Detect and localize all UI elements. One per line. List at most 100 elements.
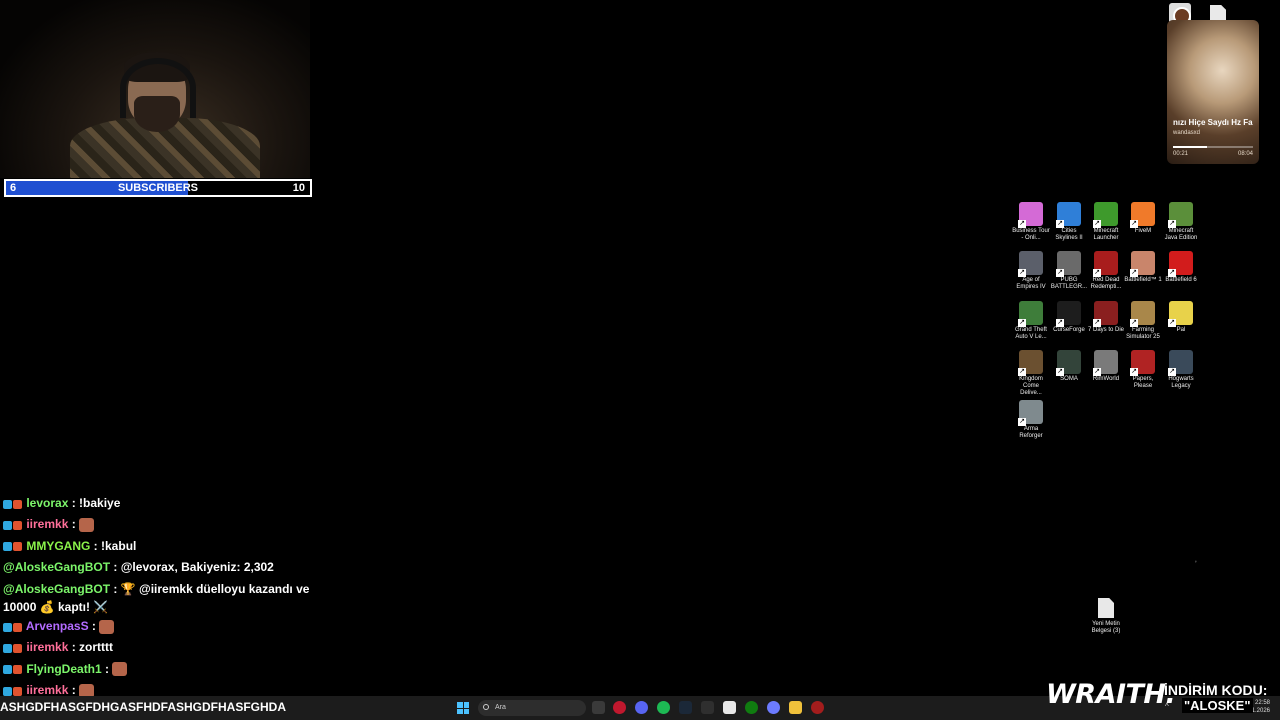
- song-elapsed: 00:21: [1173, 151, 1189, 157]
- search-placeholder: Ara: [495, 704, 506, 711]
- desktop-icon-minecraft-launcher[interactable]: Minecraft Launcher: [1087, 202, 1125, 242]
- desktop-icon-label: RimWorld: [1092, 376, 1120, 382]
- papers-please-icon: [1130, 350, 1155, 376]
- battlefield-6-icon: [1168, 251, 1193, 277]
- taskbar-search[interactable]: Ara: [478, 700, 586, 716]
- gta-v-icon: [1018, 301, 1043, 327]
- desktop-icon-label: PUBG BATTLEGR...: [1050, 277, 1088, 290]
- pal-icon: [1168, 301, 1193, 327]
- curseforge-icon: [1056, 301, 1081, 327]
- desktop-icon-label: Papers, Please: [1132, 376, 1154, 389]
- chat-message: iiremkk :: [0, 514, 310, 535]
- chat-username: iiremkk: [26, 640, 69, 655]
- chat-message: MMYGANG : !kabul: [0, 536, 310, 557]
- desktop-icon-label: Hogwarts Legacy: [1168, 376, 1194, 389]
- desktop-icon-hogwarts-legacy[interactable]: Hogwarts Legacy: [1162, 350, 1200, 390]
- desktop-icon-label: Grand Theft Auto V Le...: [1015, 327, 1047, 340]
- xbox-icon[interactable]: [745, 701, 758, 714]
- chat-username: ArvenpasS: [25, 618, 89, 633]
- desktop-icon-battlefield-6[interactable]: Battlefield 6: [1162, 251, 1200, 284]
- desktop-icon-pal[interactable]: Pal: [1162, 301, 1200, 334]
- cities-skylines-icon: [1056, 202, 1081, 228]
- capcut-icon[interactable]: [723, 701, 736, 714]
- chat-text: !kabul: [101, 538, 137, 553]
- task-view-icon[interactable]: [592, 701, 605, 714]
- desktop-icon-rimworld[interactable]: RimWorld: [1087, 350, 1125, 383]
- desktop-icon-label: SOMA: [1060, 376, 1078, 382]
- desktop-icon-label: Cities Skylines II: [1055, 228, 1083, 241]
- search-icon: [483, 704, 489, 710]
- desktop-icon-pubg[interactable]: PUBG BATTLEGR...: [1050, 251, 1088, 291]
- desktop-icon-curseforge[interactable]: CurseForge: [1050, 301, 1088, 334]
- badge-icon: [3, 665, 12, 675]
- minecraft-java-icon: [1168, 202, 1193, 228]
- desktop-icon-label: Arma Reforger: [1019, 426, 1043, 439]
- chat-badges: [3, 493, 23, 514]
- chat-message: iiremkk : zortttt: [0, 637, 310, 658]
- chat-badges: [3, 616, 23, 637]
- badge-icon: [3, 542, 12, 552]
- opera-icon[interactable]: [613, 701, 626, 714]
- chat-username: @AloskeGangBOT: [3, 559, 111, 574]
- fivem-icon: [1130, 202, 1155, 228]
- file-label: Yeni Metin Belgesi (3): [1091, 621, 1121, 634]
- desktop-icon-7-days-to-die[interactable]: 7 Days to Die: [1087, 301, 1125, 334]
- desktop-icon-soma[interactable]: SOMA: [1050, 350, 1088, 383]
- chat-overlay: levorax : !bakiye iiremkk : MMYGANG : !k…: [0, 493, 310, 701]
- desktop-file-text-document[interactable]: Yeni Metin Belgesi (3): [1090, 598, 1122, 635]
- chat-username: FlyingDeath1: [26, 661, 102, 676]
- badge-icon: [13, 622, 22, 632]
- desktop-icon-arma-reforger[interactable]: Arma Reforger: [1012, 400, 1050, 440]
- chat-message: ArvenpasS :: [0, 616, 310, 637]
- chat-emote-icon: [79, 518, 95, 533]
- chat-message: @AloskeGangBOT : 🏆 @iiremkk düelloyu kaz…: [3, 581, 310, 614]
- desktop-icon-business-tour[interactable]: Business Tour - Onli...: [1012, 202, 1050, 242]
- music-player-widget[interactable]: nızı Hiçe Saydı Hz Fa wandasxd 00:21 08:…: [1167, 20, 1259, 164]
- chat-text: !bakiye: [79, 496, 121, 510]
- subscriber-label: SUBSCRIBERS: [117, 182, 199, 194]
- rimworld-icon: [1093, 350, 1118, 376]
- desktop-icon-gta-v[interactable]: Grand Theft Auto V Le...: [1012, 301, 1050, 341]
- chat-message: FlyingDeath1 :: [0, 659, 310, 680]
- soma-icon: [1056, 350, 1081, 376]
- desktop-icon-label: Pal: [1176, 327, 1186, 333]
- desktop-icon-kingdom-come[interactable]: Kingdom Come Delive...: [1012, 350, 1050, 397]
- desktop-icon-label: CurseForge: [1053, 327, 1085, 333]
- desktop-icon-farming-simulator[interactable]: Farming Simulator 25: [1124, 301, 1162, 341]
- desktop-icon-label: Red Dead Redempti...: [1090, 277, 1122, 290]
- steam-icon[interactable]: [679, 701, 692, 714]
- desktop-icon-papers-please[interactable]: Papers, Please: [1124, 350, 1162, 390]
- badge-icon: [13, 643, 22, 653]
- desktop-icon-label: Farming Simulator 25: [1126, 327, 1160, 340]
- desktop-icon-label: Minecraft Java Edition: [1164, 228, 1198, 241]
- chat-username: iiremkk: [26, 682, 69, 697]
- desktop-icon-label: 7 Days to Die: [1087, 327, 1124, 333]
- spotify-icon[interactable]: [657, 701, 670, 714]
- obs-icon[interactable]: [811, 701, 824, 714]
- desktop-icon-fivem[interactable]: FiveM: [1124, 202, 1162, 235]
- song-progress-bar[interactable]: [1173, 146, 1253, 148]
- file-explorer-icon[interactable]: [789, 701, 802, 714]
- chat-username: @AloskeGangBOT: [3, 581, 111, 596]
- kingdom-come-icon: [1018, 350, 1043, 376]
- desktop-icon-minecraft-java[interactable]: Minecraft Java Edition: [1162, 202, 1200, 242]
- badge-icon: [3, 643, 12, 653]
- desktop-icon-cities-skylines[interactable]: Cities Skylines II: [1050, 202, 1088, 242]
- copilot-icon[interactable]: [767, 701, 780, 714]
- song-title: nızı Hiçe Saydı Hz Fa: [1173, 118, 1253, 127]
- desktop-icon-battlefield-1[interactable]: Battlefield™ 1: [1124, 251, 1162, 284]
- start-button[interactable]: [457, 702, 469, 714]
- badge-icon: [13, 686, 22, 696]
- desktop-icon-label: Battlefield™ 1: [1124, 277, 1162, 283]
- farming-simulator-icon: [1130, 301, 1155, 327]
- desktop-icon-age-of-empires[interactable]: Age of Empires IV: [1012, 251, 1050, 291]
- desktop-icon-red-dead[interactable]: Red Dead Redempti...: [1087, 251, 1125, 291]
- epic-games-icon[interactable]: [701, 701, 714, 714]
- age-of-empires-icon: [1018, 251, 1043, 277]
- song-duration: 08:04: [1237, 151, 1253, 157]
- chat-emote-icon: [112, 662, 128, 677]
- sponsor-logo: WRAITH.: [1046, 679, 1176, 710]
- badge-icon: [3, 499, 12, 509]
- discord-icon[interactable]: [635, 701, 648, 714]
- headset: [120, 58, 196, 118]
